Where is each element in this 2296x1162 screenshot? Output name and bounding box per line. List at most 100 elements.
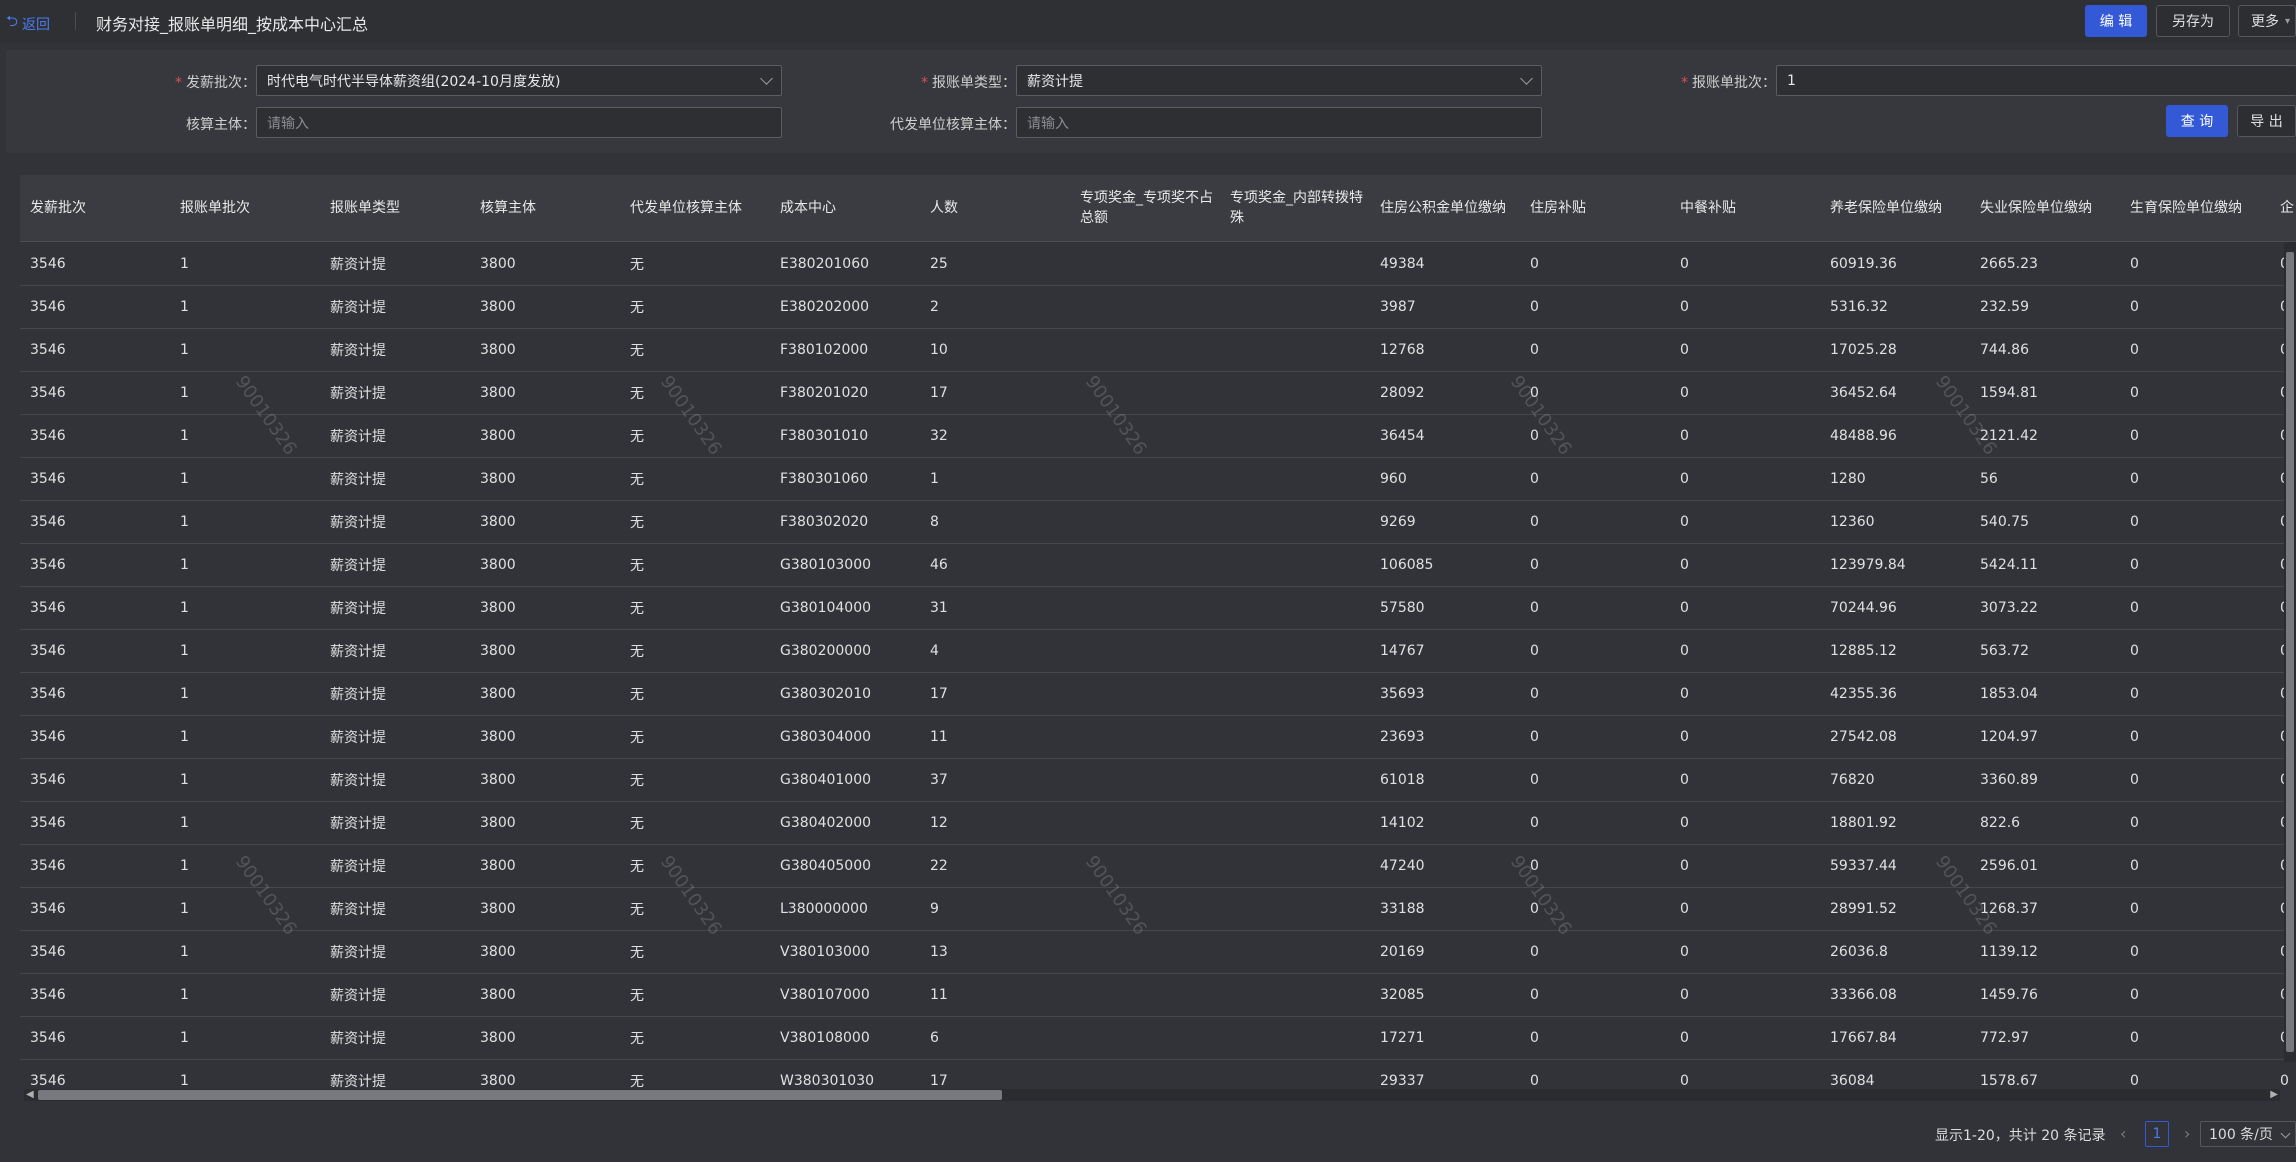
entity-placeholder: 请输入 — [267, 115, 309, 132]
column-header[interactable]: 发薪批次 — [30, 175, 175, 241]
table-cell: 1594.81 — [1980, 384, 2038, 401]
table-row[interactable]: 3546 1 薪资计提 3800 无 L380000000 9 33188 0 0 28991.52… — [20, 887, 2296, 931]
table-cell: 1 — [180, 298, 189, 315]
scroll-right-icon[interactable]: ▶ — [2270, 1089, 2278, 1100]
horizontal-scrollbar[interactable]: ◀ ▶ — [24, 1089, 2280, 1101]
table-row[interactable]: 3546 1 薪资计提 3800 无 E380202000 2 3987 0 0 5316.32 23… — [20, 285, 2296, 329]
divider — [75, 12, 76, 30]
table-row[interactable]: 3546 1 薪资计提 3800 无 G380104000 31 57580 0 0 70244.9… — [20, 586, 2296, 630]
vertical-scroll-thumb[interactable] — [2286, 252, 2294, 1052]
table-row[interactable]: 3546 1 薪资计提 3800 无 G380402000 12 14102 0 0 18801.9… — [20, 801, 2296, 845]
column-header[interactable]: 核算主体 — [480, 175, 625, 241]
table-cell: 0 — [1530, 556, 1539, 573]
table-cell: 0 — [2280, 1072, 2289, 1089]
table-cell: 33188 — [1380, 900, 1425, 917]
back-button[interactable]: ⮌ 返回 — [6, 11, 50, 36]
table-row[interactable]: 3546 1 薪资计提 3800 无 V380107000 11 32085 0 0 33366.0… — [20, 973, 2296, 1017]
column-header[interactable]: 报账单批次 — [180, 175, 325, 241]
table-cell: 0 — [1680, 384, 1689, 401]
table-row[interactable]: 3546 1 薪资计提 3800 无 G380401000 37 61018 0 0 76820 33… — [20, 758, 2296, 802]
table-cell: 0 — [1530, 814, 1539, 831]
table-cell: 0 — [2130, 341, 2139, 358]
chevron-down-icon — [760, 72, 773, 85]
table-row[interactable]: 3546 1 薪资计提 3800 无 F380301010 32 36454 0 0 48488.9… — [20, 414, 2296, 458]
batch-select[interactable]: 时代电气时代半导体薪资组(2024-10月度发放) — [256, 65, 782, 96]
table-cell: 1 — [180, 556, 189, 573]
table-cell: 3546 — [30, 255, 66, 272]
table-cell: 17 — [930, 1072, 948, 1089]
table-cell: 3800 — [480, 900, 516, 917]
table-cell: 3800 — [480, 728, 516, 745]
column-header[interactable]: 中餐补贴 — [1680, 175, 1825, 241]
table-row[interactable]: 3546 1 薪资计提 3800 无 F380302020 8 9269 0 0 12360 540.… — [20, 500, 2296, 544]
vertical-scrollbar[interactable] — [2284, 242, 2296, 1062]
table-row[interactable]: 35461薪资计提3800无F38030106019600012805600 — [20, 457, 2296, 501]
type-select[interactable]: 薪资计提 — [1016, 65, 1542, 96]
table-cell: 11 — [930, 986, 948, 1003]
prev-page-icon[interactable]: ‹ — [2120, 1124, 2126, 1143]
column-header[interactable]: 代发单位核算主体 — [630, 175, 775, 241]
bill-batch-input[interactable]: 1 — [1776, 65, 2296, 96]
edit-button[interactable]: 编 辑 — [2085, 5, 2147, 37]
page-size-select[interactable]: 100 条/页 — [2200, 1121, 2296, 1147]
table-cell: 0 — [2130, 513, 2139, 530]
more-button[interactable]: 更多 ▾ — [2238, 5, 2296, 37]
scroll-left-icon[interactable]: ◀ — [26, 1089, 34, 1100]
table-cell: 0 — [1530, 943, 1539, 960]
pagination-summary: 显示1-20，共计 20 条记录 — [1935, 1128, 2106, 1144]
column-header[interactable]: 住房公积金单位缴纳 — [1380, 175, 1525, 241]
table-cell: 5424.11 — [1980, 556, 2038, 573]
column-header[interactable]: 成本中心 — [780, 175, 925, 241]
table-cell: 3546 — [30, 427, 66, 444]
table-cell: 540.75 — [1980, 513, 2029, 530]
table-row[interactable]: 3546 1 薪资计提 3800 无 V380103000 13 20169 0 0 26036.8… — [20, 930, 2296, 974]
table-cell: 60919.36 — [1830, 255, 1897, 272]
table-row[interactable]: 3546 1 薪资计提 3800 无 G380302010 17 35693 0 0 42355.3… — [20, 672, 2296, 716]
column-header[interactable]: 人数 — [930, 175, 1075, 241]
table-cell: 薪资计提 — [330, 471, 386, 488]
column-header[interactable]: 生育保险单位缴纳 — [2130, 175, 2275, 241]
table-cell: 76820 — [1830, 771, 1875, 788]
entity-input[interactable]: 请输入 — [256, 107, 782, 138]
next-page-icon[interactable]: › — [2184, 1124, 2190, 1143]
table-cell: 1 — [180, 1072, 189, 1089]
table-row[interactable]: 3546 1 薪资计提 3800 无 G380304000 11 23693 0 0 27542.0… — [20, 715, 2296, 759]
column-header[interactable]: 失业保险单位缴纳 — [1980, 175, 2125, 241]
table-row[interactable]: 3546 1 薪资计提 3800 无 W380301030 17 29337 0 0 36084 15… — [20, 1059, 2296, 1090]
table-cell: 无 — [630, 987, 644, 1004]
column-header[interactable]: 养老保险单位缴纳 — [1830, 175, 1975, 241]
table-row[interactable]: 3546 1 薪资计提 3800 无 E380201060 25 49384 0 0 60919.3… — [20, 242, 2296, 286]
table-cell: 3800 — [480, 685, 516, 702]
table-cell: 3800 — [480, 642, 516, 659]
table-cell: 3546 — [30, 986, 66, 1003]
column-header[interactable]: 专项奖金_专项奖不占总额 — [1080, 175, 1225, 241]
column-header[interactable]: 住房补贴 — [1530, 175, 1675, 241]
table-row[interactable]: 3546 1 薪资计提 3800 无 F380102000 10 12768 0 0 17025.2… — [20, 328, 2296, 372]
table-cell: G380302010 — [780, 685, 872, 702]
save-as-button[interactable]: 另存为 — [2156, 5, 2230, 37]
table-cell: 薪资计提 — [330, 514, 386, 531]
export-button[interactable]: 导 出 — [2237, 105, 2296, 137]
table-row[interactable]: 3546 1 薪资计提 3800 无 G380103000 46 106085 0 0 123979… — [20, 543, 2296, 587]
column-header[interactable]: 企 — [2280, 175, 2296, 241]
page-number[interactable]: 1 — [2145, 1121, 2169, 1147]
table-cell: 1578.67 — [1980, 1072, 2038, 1089]
table-row[interactable]: 3546 1 薪资计提 3800 无 G380405000 22 47240 0 0 59337.4… — [20, 844, 2296, 888]
column-header[interactable]: 专项奖金_内部转拨特殊 — [1230, 175, 1375, 241]
query-button[interactable]: 查 询 — [2166, 105, 2228, 137]
table-cell: 薪资计提 — [330, 815, 386, 832]
table-cell: 0 — [1680, 943, 1689, 960]
table-row[interactable]: 3546 1 薪资计提 3800 无 V380108000 6 17271 0 0 17667.84… — [20, 1016, 2296, 1060]
table-cell: 3800 — [480, 771, 516, 788]
table-cell: 744.86 — [1980, 341, 2029, 358]
agent-entity-input[interactable]: 请输入 — [1016, 107, 1542, 138]
column-header[interactable]: 报账单类型 — [330, 175, 475, 241]
horizontal-scroll-thumb[interactable] — [38, 1090, 1002, 1100]
table-cell: 1139.12 — [1980, 943, 2038, 960]
table-cell: 14102 — [1380, 814, 1425, 831]
table-cell: 无 — [630, 858, 644, 875]
table-cell: 0 — [2130, 728, 2139, 745]
table-row[interactable]: 3546 1 薪资计提 3800 无 G380200000 4 14767 0 0 12885.12… — [20, 629, 2296, 673]
table-row[interactable]: 3546 1 薪资计提 3800 无 F380201020 17 28092 0 0 36452.6… — [20, 371, 2296, 415]
table-cell: 10 — [930, 341, 948, 358]
